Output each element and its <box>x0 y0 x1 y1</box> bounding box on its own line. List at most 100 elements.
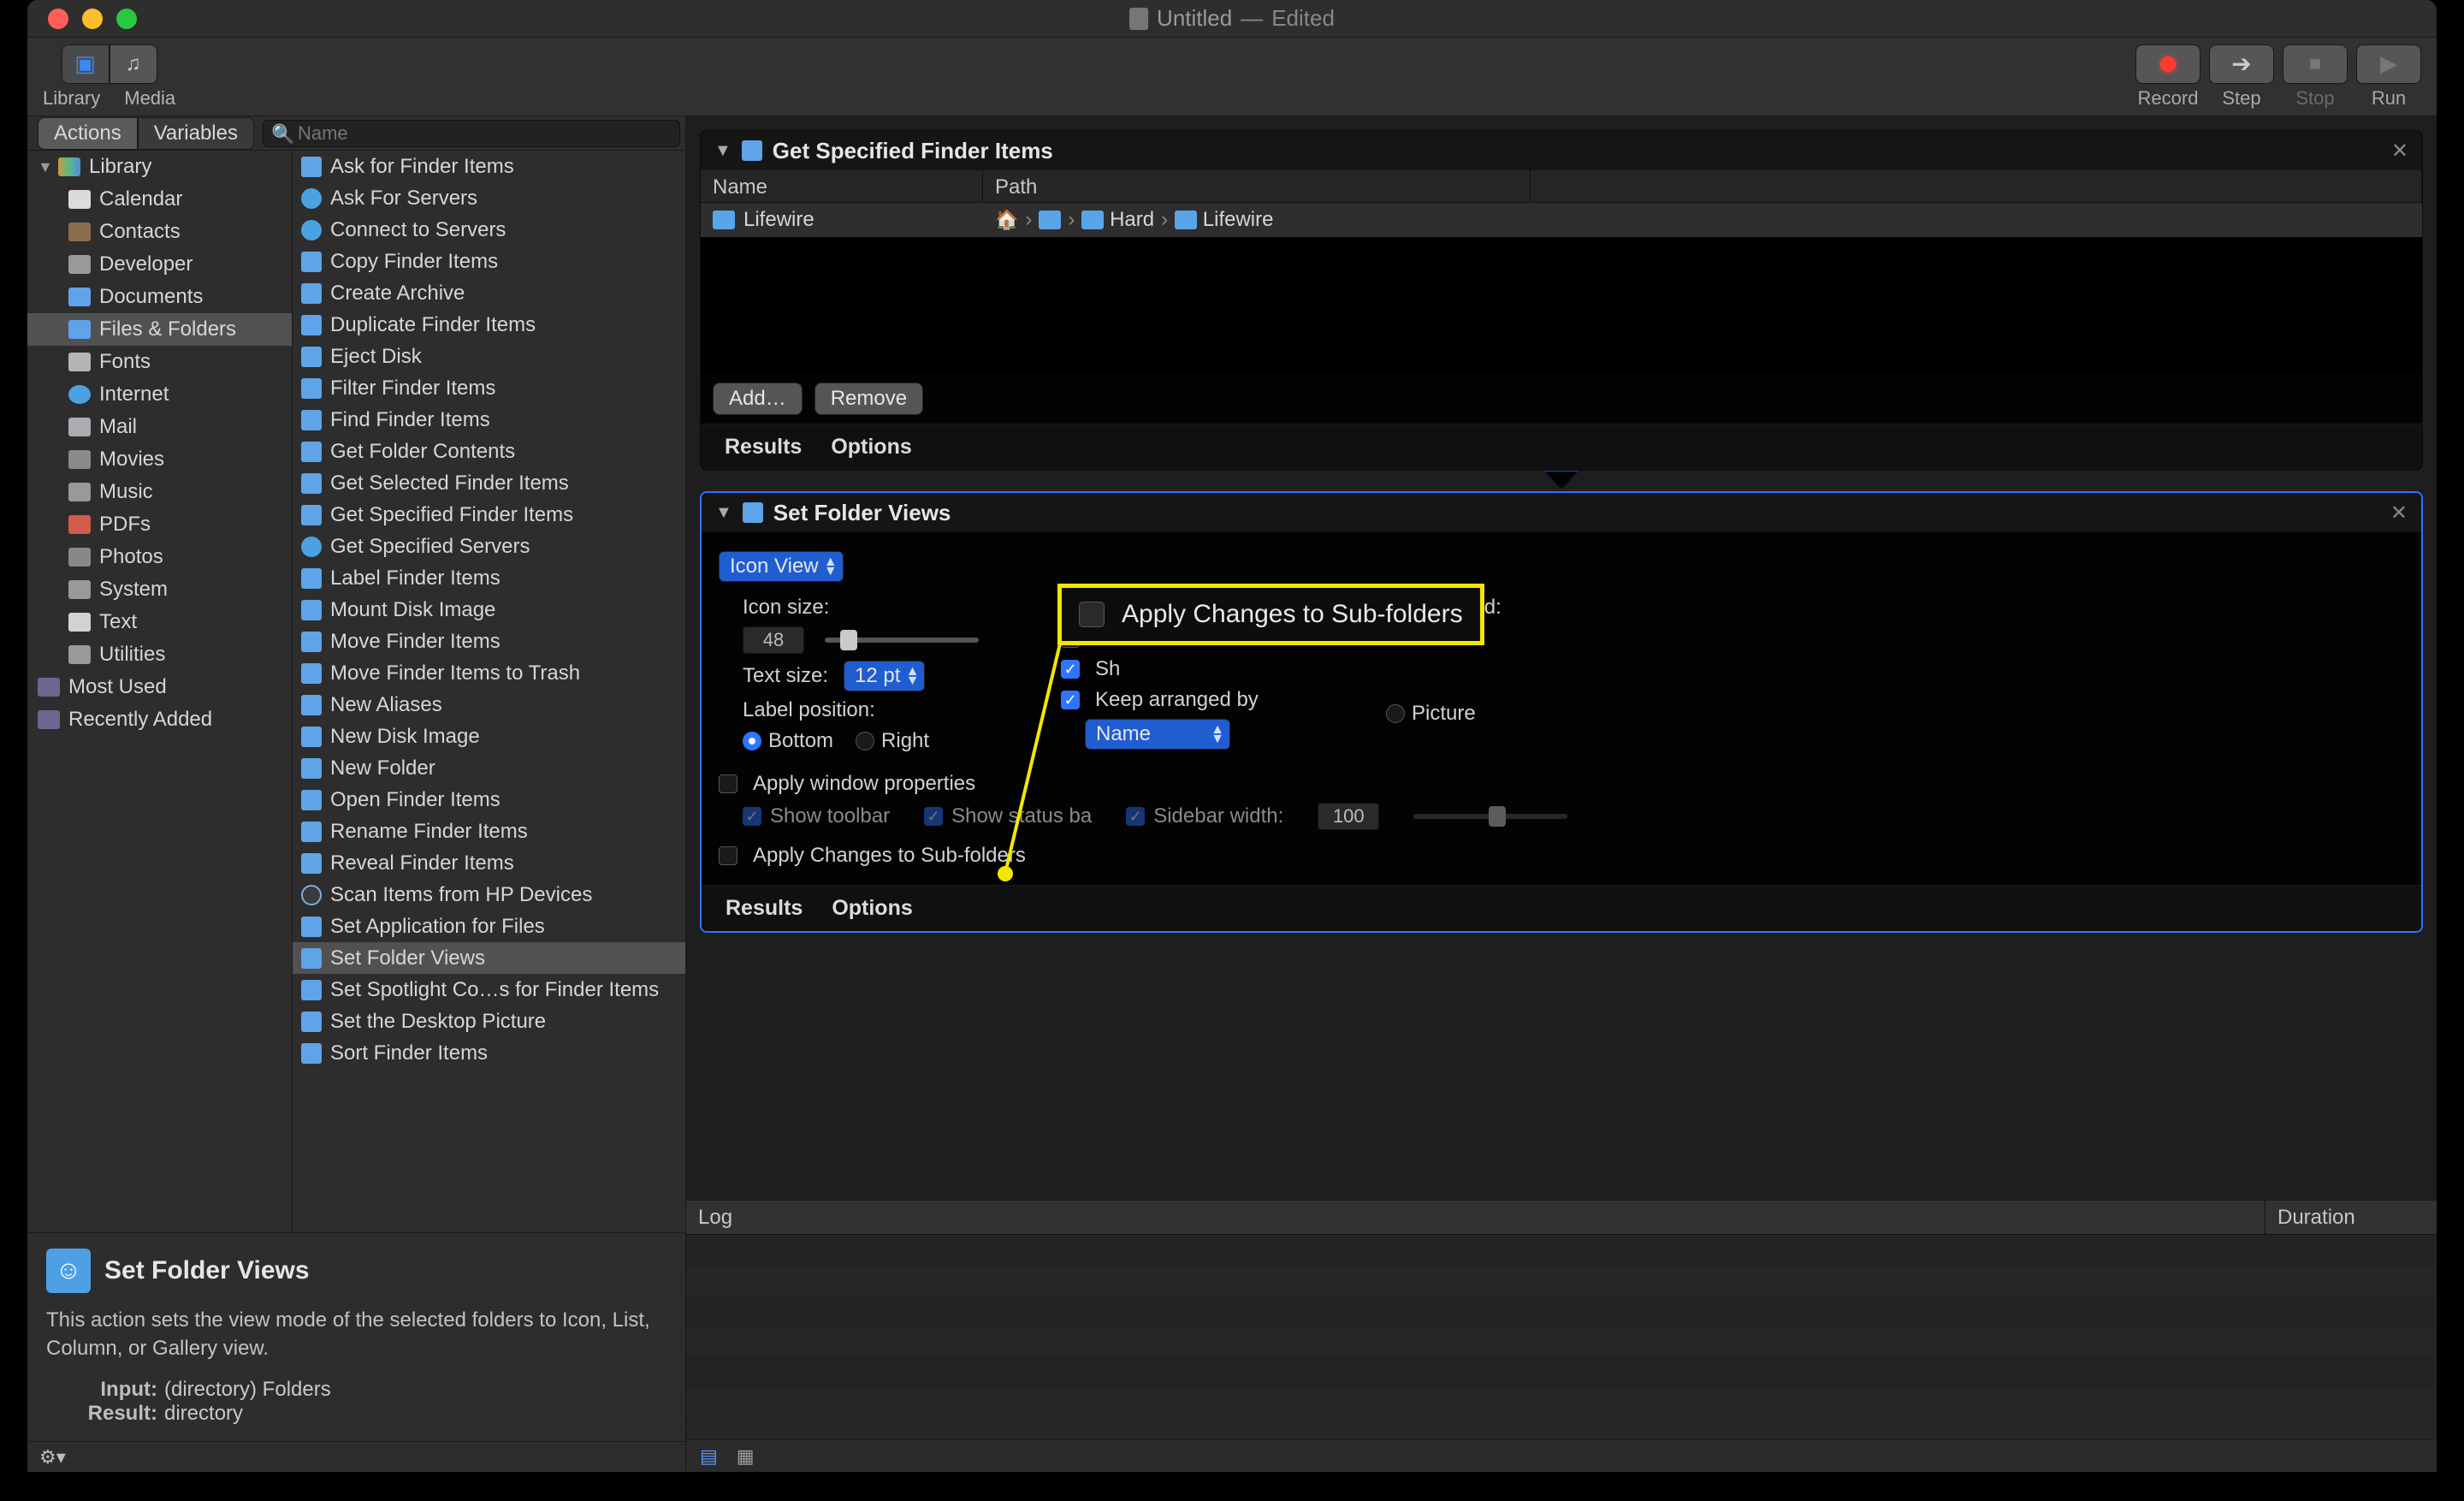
list-view-icon[interactable]: ▤ <box>700 1445 718 1468</box>
disclosure-icon[interactable]: ▼ <box>714 141 732 161</box>
action-item[interactable]: Mount Disk Image <box>293 594 685 626</box>
category-calendar[interactable]: Calendar <box>27 183 292 216</box>
action-item[interactable]: Duplicate Finder Items <box>293 309 685 341</box>
action-item[interactable]: Move Finder Items to Trash <box>293 657 685 689</box>
options-tab[interactable]: Options <box>831 435 911 460</box>
action-item[interactable]: Get Folder Contents <box>293 436 685 467</box>
show-toolbar-checkbox[interactable]: ✓ <box>743 807 761 826</box>
action-item[interactable]: Create Archive <box>293 277 685 309</box>
column-header-name[interactable]: Name <box>701 170 983 202</box>
action-item[interactable]: Open Finder Items <box>293 784 685 816</box>
window-minimize-button[interactable] <box>82 9 103 29</box>
action-item[interactable]: Set Spotlight Co…s for Finder Items <box>293 974 685 1006</box>
options-tab[interactable]: Options <box>832 896 912 921</box>
text-size-select[interactable]: 12 pt▲▼ <box>844 661 925 691</box>
action-item[interactable]: Rename Finder Items <box>293 816 685 847</box>
results-tab[interactable]: Results <box>726 896 803 921</box>
label-position-bottom-radio[interactable]: Bottom <box>743 729 833 753</box>
workflow-action-set-folder-views[interactable]: ▼ Set Folder Views ✕ Icon View▲▼ Icon si… <box>700 491 2423 933</box>
toolbar-media-button[interactable]: ♫ <box>110 44 157 84</box>
record-button[interactable] <box>2135 44 2200 84</box>
sidebar-width-checkbox[interactable]: ✓ <box>1126 807 1145 826</box>
action-item[interactable]: Scan Items from HP Devices <box>293 879 685 911</box>
category-recently-added[interactable]: Recently Added <box>27 703 292 736</box>
label-position-right-radio[interactable]: Right <box>856 729 929 753</box>
category-system[interactable]: System <box>27 573 292 606</box>
duration-column-header[interactable]: Duration <box>2266 1201 2437 1234</box>
action-item[interactable]: Copy Finder Items <box>293 246 685 277</box>
view-select[interactable]: Icon View▲▼ <box>719 551 844 582</box>
category-list[interactable]: ▼Library Calendar Contacts Developer Doc… <box>27 151 293 1232</box>
tab-actions[interactable]: Actions <box>38 117 138 150</box>
action-item[interactable]: Move Finder Items <box>293 626 685 657</box>
sidebar-width-slider[interactable] <box>1413 814 1567 819</box>
background-picture-radio[interactable]: Picture <box>1386 702 1476 726</box>
action-item[interactable]: Ask for Finder Items <box>293 151 685 182</box>
action-item[interactable]: Sort Finder Items <box>293 1037 685 1069</box>
category-movies[interactable]: Movies <box>27 443 292 476</box>
remove-action-button[interactable]: ✕ <box>2391 139 2408 163</box>
icon-size-slider[interactable] <box>825 638 979 643</box>
action-item[interactable]: Label Finder Items <box>293 562 685 594</box>
category-mail[interactable]: Mail <box>27 411 292 443</box>
apply-window-properties-checkbox[interactable] <box>719 774 737 793</box>
step-button[interactable]: ➔ <box>2209 44 2274 84</box>
add-button[interactable]: Add… <box>713 383 803 415</box>
keep-arranged-checkbox[interactable]: ✓ <box>1061 691 1080 709</box>
action-item[interactable]: Get Specified Finder Items <box>293 499 685 531</box>
finder-action-icon <box>743 502 763 523</box>
action-item[interactable]: Filter Finder Items <box>293 372 685 404</box>
category-utilities[interactable]: Utilities <box>27 638 292 671</box>
disclosure-icon[interactable]: ▼ <box>715 503 732 523</box>
action-item[interactable]: New Aliases <box>293 689 685 721</box>
action-item[interactable]: Set the Desktop Picture <box>293 1006 685 1037</box>
show-info-checkbox[interactable]: ✓ <box>1061 660 1080 679</box>
action-icon <box>301 410 322 430</box>
apply-subfolders-checkbox[interactable] <box>719 846 737 865</box>
show-statusbar-checkbox[interactable]: ✓ <box>924 807 943 826</box>
stop-button[interactable]: ■ <box>2283 44 2348 84</box>
log-column-header[interactable]: Log <box>686 1201 2266 1234</box>
window-close-button[interactable] <box>48 9 68 29</box>
action-item[interactable]: Ask For Servers <box>293 182 685 214</box>
action-item[interactable]: New Disk Image <box>293 721 685 752</box>
action-item[interactable]: Set Application for Files <box>293 911 685 942</box>
record-icon <box>2160 56 2176 72</box>
action-item[interactable]: Get Selected Finder Items <box>293 467 685 499</box>
category-photos[interactable]: Photos <box>27 541 292 573</box>
column-header-path[interactable]: Path <box>983 170 1531 202</box>
action-item[interactable]: Set Folder Views <box>293 942 685 974</box>
category-text[interactable]: Text <box>27 606 292 638</box>
category-contacts[interactable]: Contacts <box>27 216 292 248</box>
gear-icon[interactable]: ⚙︎▾ <box>39 1446 66 1468</box>
category-pdfs[interactable]: PDFs <box>27 508 292 541</box>
run-button[interactable]: ▶ <box>2356 44 2421 84</box>
category-most-used[interactable]: Most Used <box>27 671 292 703</box>
action-list[interactable]: Ask for Finder ItemsAsk For ServersConne… <box>293 151 685 1232</box>
window-zoom-button[interactable] <box>116 9 137 29</box>
category-fonts[interactable]: Fonts <box>27 346 292 378</box>
search-input[interactable] <box>263 120 680 147</box>
grid-view-icon[interactable]: ▦ <box>737 1445 755 1468</box>
category-internet[interactable]: Internet <box>27 378 292 411</box>
tab-variables[interactable]: Variables <box>138 117 254 150</box>
category-developer[interactable]: Developer <box>27 248 292 281</box>
action-item[interactable]: Connect to Servers <box>293 214 685 246</box>
results-tab[interactable]: Results <box>725 435 802 460</box>
toolbar-library-button[interactable]: ▣ <box>62 44 110 84</box>
remove-button[interactable]: Remove <box>814 383 923 415</box>
category-files-folders[interactable]: Files & Folders <box>27 313 292 346</box>
workflow-action-get-specified-finder-items[interactable]: ▼ Get Specified Finder Items ✕ Name Path… <box>700 130 2423 471</box>
action-item[interactable]: Reveal Finder Items <box>293 847 685 879</box>
action-item[interactable]: Get Specified Servers <box>293 531 685 562</box>
arrange-by-select[interactable]: Name▲▼ <box>1085 719 1230 750</box>
category-library[interactable]: ▼Library <box>27 151 292 183</box>
table-row[interactable]: Lifewire 🏠› › Hard› Lifewire <box>701 203 2422 237</box>
callout-apply-subfolders: Apply Changes to Sub-folders <box>1057 584 1484 645</box>
category-documents[interactable]: Documents <box>27 281 292 313</box>
action-item[interactable]: Find Finder Items <box>293 404 685 436</box>
action-item[interactable]: Eject Disk <box>293 341 685 372</box>
category-music[interactable]: Music <box>27 476 292 508</box>
action-item[interactable]: New Folder <box>293 752 685 784</box>
remove-action-button[interactable]: ✕ <box>2390 501 2408 525</box>
